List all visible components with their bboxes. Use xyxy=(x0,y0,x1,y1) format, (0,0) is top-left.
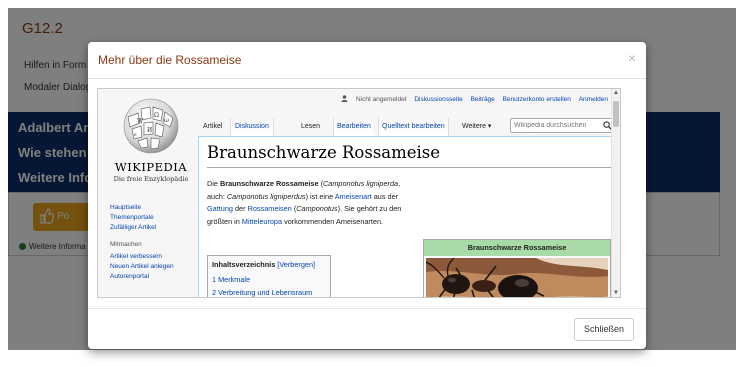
search-input[interactable] xyxy=(514,120,600,131)
svg-text:И: И xyxy=(147,127,152,134)
personal-link[interactable]: Diskussionsseite xyxy=(414,96,462,103)
scroll-up-arrow-icon[interactable]: ▲ xyxy=(613,90,619,96)
article-intro: Die Braunschwarze Rossameise (Camponotus… xyxy=(207,179,402,226)
personal-toolbar: Nicht angemeldet Diskussionsseite Beiträ… xyxy=(341,95,608,103)
toc-toggle-link[interactable]: [Verbergen] xyxy=(277,260,315,269)
article-title: Braunschwarze Rossameise xyxy=(207,143,441,162)
intro-link[interactable]: Rossameisen xyxy=(248,204,292,213)
wikipedia-frame[interactable]: W Ω И ω ε WIKIPEDIA Die freie Enzyklopäd… xyxy=(97,88,621,298)
toc-title: Inhaltsverzeichnis xyxy=(212,260,276,269)
tab-article[interactable]: Artikel xyxy=(203,118,222,136)
close-button[interactable]: Schließen xyxy=(573,318,634,341)
svg-text:ω: ω xyxy=(164,117,169,124)
toc-item[interactable]: 2 Verbreitung und Lebensraum xyxy=(212,286,326,297)
frame-scrollbar[interactable]: ▲ ▼ xyxy=(611,89,620,297)
not-logged-in-label: Nicht angemeldet xyxy=(355,96,407,103)
infobox: Braunschwarze Rossameise xyxy=(423,239,611,297)
sidebar-link[interactable]: Artikel verbessern xyxy=(110,252,196,262)
sidebar-link[interactable]: Autorenportal xyxy=(110,272,196,282)
wikipedia-globe-logo: W Ω И ω ε xyxy=(123,98,179,154)
infobox-title: Braunschwarze Rossameise xyxy=(424,240,610,256)
modal-close-x-button[interactable]: × xyxy=(628,50,636,66)
svg-text:W: W xyxy=(137,118,144,125)
personal-link[interactable]: Anmelden xyxy=(579,96,608,103)
personal-link[interactable]: Benutzerkonto erstellen xyxy=(503,96,571,103)
more-menu-dropdown[interactable]: Weitere ▾ xyxy=(462,118,491,136)
intro-link[interactable]: Mitteleuropa xyxy=(242,217,282,226)
tab-edit-source[interactable]: Quelltext bearbeiten xyxy=(378,118,449,136)
user-icon xyxy=(341,95,348,102)
personal-link[interactable]: Beiträge xyxy=(471,96,495,103)
tab-read[interactable]: Lesen xyxy=(301,118,320,136)
scrollbar-thumb[interactable] xyxy=(613,101,619,127)
sidebar-navigation: Hauptseite Themenportale Zufälliger Arti… xyxy=(110,203,196,282)
scroll-down-arrow-icon[interactable]: ▼ xyxy=(613,290,619,296)
toc-item[interactable]: 1 Merkmale xyxy=(212,273,326,286)
tab-edit[interactable]: Bearbeiten xyxy=(333,118,374,136)
table-of-contents: Inhaltsverzeichnis [Verbergen] 1 Merkmal… xyxy=(207,255,331,297)
modal-header: Mehr über die Rossameise × xyxy=(88,42,646,79)
sidebar-link[interactable]: Hauptseite xyxy=(110,203,196,213)
intro-bold-term: Braunschwarze Rossameise xyxy=(219,179,319,188)
tab-discussion[interactable]: Diskussion xyxy=(230,118,274,136)
modal-title: Mehr über die Rossameise xyxy=(98,53,242,67)
ant-photo[interactable] xyxy=(426,258,608,297)
screen: G12.2 Hilfen in Form Modaler Dialog Adal… xyxy=(0,0,744,367)
modal-dialog: Mehr über die Rossameise × W Ω И ω ε WIK… xyxy=(88,42,646,349)
intro-link[interactable]: Gattung xyxy=(207,204,233,213)
wikipedia-wordmark[interactable]: WIKIPEDIA xyxy=(110,160,192,174)
modal-footer: Schließen xyxy=(88,308,646,349)
svg-text:ε: ε xyxy=(134,132,137,138)
sidebar-link[interactable]: Themenportale xyxy=(110,213,196,223)
svg-text:Ω: Ω xyxy=(154,112,159,119)
sidebar-link[interactable]: Zufälliger Artikel xyxy=(110,223,196,233)
intro-link[interactable]: Ameisenart xyxy=(335,192,372,201)
title-divider xyxy=(207,167,617,168)
sidebar-link[interactable]: Neuen Artikel anlegen xyxy=(110,262,196,272)
wikipedia-tagline: Die freie Enzyklopädie xyxy=(113,175,189,183)
article-content: Braunschwarze Rossameise Die Braunschwar… xyxy=(198,136,618,297)
wikipedia-search-box xyxy=(510,118,616,133)
ant-photo-illustration xyxy=(426,258,608,297)
sidebar-section-heading: Mitmachen xyxy=(110,241,142,248)
